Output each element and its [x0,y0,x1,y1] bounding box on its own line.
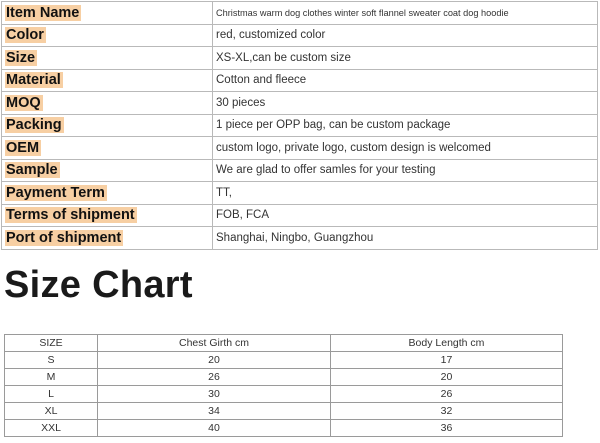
spec-label: Payment Term [5,184,107,201]
spec-row-terms-of-shipment: Terms of shipment FOB, FCA [1,203,598,227]
size-cell: L [4,385,98,403]
spec-label-cell: OEM [1,136,213,160]
spec-row-moq: MOQ 30 pieces [1,91,598,115]
spec-value: custom logo, private logo, custom design… [212,136,598,160]
column-header-chest-girth: Chest Girth cm [97,334,331,352]
spec-label-cell: Size [1,46,213,70]
spec-label: Sample [5,162,60,179]
spec-label: Packing [5,117,64,134]
spec-label: Material [5,72,63,89]
size-cell: M [4,368,98,386]
size-cell: XXL [4,419,98,437]
product-spec-table: Item Name Christmas warm dog clothes win… [1,1,598,250]
size-cell: XL [4,402,98,420]
size-row: M 26 20 [4,368,563,386]
column-header-size: SIZE [4,334,98,352]
spec-row-oem: OEM custom logo, private logo, custom de… [1,136,598,160]
spec-label-cell: Port of shipment [1,226,213,250]
spec-label: Item Name [5,4,82,21]
size-row: S 20 17 [4,351,563,369]
size-chart-title: Size Chart [4,264,193,306]
chest-girth-cell: 34 [97,402,331,420]
size-chart-header-row: SIZE Chest Girth cm Body Length cm [4,334,563,352]
size-row: XXL 40 36 [4,419,563,437]
spec-value: Cotton and fleece [212,68,598,92]
spec-label: Color [5,27,46,44]
size-row: XL 34 32 [4,402,563,420]
size-row: L 30 26 [4,385,563,403]
spec-label: Port of shipment [5,229,124,246]
spec-value: 30 pieces [212,91,598,115]
spec-value: Shanghai, Ningbo, Guangzhou [212,226,598,250]
spec-label-cell: Sample [1,158,213,182]
spec-row-packing: Packing 1 piece per OPP bag, can be cust… [1,113,598,137]
body-length-cell: 17 [330,351,563,369]
spec-row-sample: Sample We are glad to offer samles for y… [1,158,598,182]
size-chart-table: SIZE Chest Girth cm Body Length cm S 20 … [4,334,563,437]
spec-label: Size [5,49,38,66]
spec-label-cell: Item Name [1,1,213,25]
spec-row-port-of-shipment: Port of shipment Shanghai, Ningbo, Guang… [1,226,598,250]
spec-label-cell: Packing [1,113,213,137]
spec-value: FOB, FCA [212,203,598,227]
spec-label: MOQ [5,94,43,111]
body-length-cell: 26 [330,385,563,403]
spec-value: TT, [212,181,598,205]
chest-girth-cell: 40 [97,419,331,437]
spec-label-cell: MOQ [1,91,213,115]
spec-value: Christmas warm dog clothes winter soft f… [212,1,598,25]
spec-label: OEM [5,139,42,156]
spec-row-color: Color red, customized color [1,23,598,47]
column-header-body-length: Body Length cm [330,334,563,352]
body-length-cell: 32 [330,402,563,420]
spec-value: red, customized color [212,23,598,47]
body-length-cell: 20 [330,368,563,386]
spec-row-size: Size XS-XL,can be custom size [1,46,598,70]
spec-label-cell: Color [1,23,213,47]
spec-label-cell: Terms of shipment [1,203,213,227]
spec-value: 1 piece per OPP bag, can be custom packa… [212,113,598,137]
spec-row-payment-term: Payment Term TT, [1,181,598,205]
spec-label-cell: Payment Term [1,181,213,205]
size-cell: S [4,351,98,369]
body-length-cell: 36 [330,419,563,437]
spec-value: XS-XL,can be custom size [212,46,598,70]
chest-girth-cell: 26 [97,368,331,386]
chest-girth-cell: 30 [97,385,331,403]
spec-row-material: Material Cotton and fleece [1,68,598,92]
spec-label-cell: Material [1,68,213,92]
spec-label: Terms of shipment [5,207,137,224]
spec-value: We are glad to offer samles for your tes… [212,158,598,182]
spec-row-item-name: Item Name Christmas warm dog clothes win… [1,1,598,25]
chest-girth-cell: 20 [97,351,331,369]
